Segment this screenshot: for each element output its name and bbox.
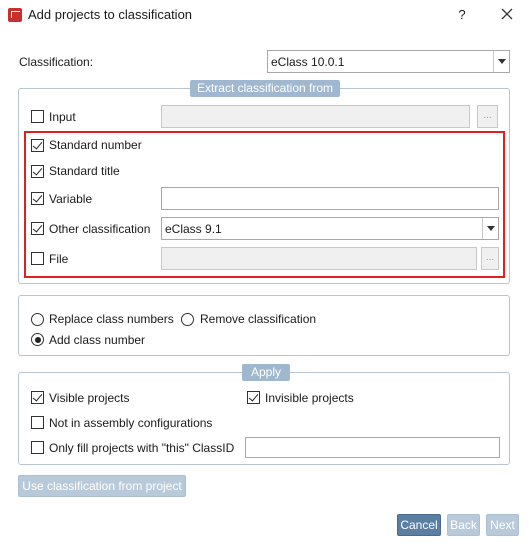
only-fill-label: Only fill projects with "this" ClassID (49, 441, 235, 455)
chevron-down-icon[interactable] (482, 218, 498, 239)
title-bar: Add projects to classification ? (0, 0, 529, 30)
other-classification-label: Other classification (49, 222, 151, 236)
standard-title-label: Standard title (49, 164, 120, 178)
next-button[interactable]: Next (486, 514, 519, 536)
help-button[interactable]: ? (452, 4, 472, 26)
invisible-projects-label: Invisible projects (265, 391, 354, 405)
input-field (161, 105, 470, 128)
not-in-assembly-checkbox[interactable] (31, 416, 44, 429)
input-browse-button: ... (477, 105, 498, 128)
standard-number-label: Standard number (49, 138, 142, 152)
add-class-number-label: Add class number (49, 333, 146, 347)
app-logo-icon (8, 8, 22, 22)
other-classification-value: eClass 9.1 (165, 222, 222, 236)
only-fill-checkbox[interactable] (31, 441, 44, 454)
file-browse-button: ... (481, 247, 499, 270)
standard-title-checkbox[interactable] (31, 165, 44, 178)
cancel-button[interactable]: Cancel (397, 514, 441, 536)
remove-classification-label: Remove classification (200, 312, 317, 326)
variable-label: Variable (49, 192, 93, 206)
classification-value: eClass 10.0.1 (271, 55, 345, 69)
other-classification-select[interactable]: eClass 9.1 (161, 217, 499, 240)
invisible-projects-checkbox[interactable] (247, 391, 260, 404)
classification-select[interactable]: eClass 10.0.1 (267, 50, 510, 73)
other-classification-checkbox[interactable] (31, 222, 44, 235)
remove-classification-radio[interactable] (181, 313, 194, 326)
class-id-field[interactable] (245, 437, 500, 458)
extract-group-title: Extract classification from (190, 80, 340, 97)
visible-projects-label: Visible projects (49, 391, 130, 405)
variable-field[interactable] (161, 187, 499, 210)
standard-number-checkbox[interactable] (31, 139, 44, 152)
replace-class-numbers-label: Replace class numbers (49, 312, 174, 326)
close-icon (501, 8, 513, 20)
replace-class-numbers-radio[interactable] (31, 313, 44, 326)
apply-group-title: Apply (242, 364, 290, 381)
input-label: Input (49, 110, 76, 124)
close-button[interactable] (494, 4, 520, 26)
not-in-assembly-label: Not in assembly configurations (49, 416, 213, 430)
chevron-down-icon[interactable] (493, 51, 509, 72)
input-checkbox[interactable] (31, 110, 44, 123)
use-classification-from-project-button[interactable]: Use classification from project (18, 475, 186, 497)
add-class-number-radio[interactable] (31, 333, 44, 346)
file-label: File (49, 252, 69, 266)
visible-projects-checkbox[interactable] (31, 391, 44, 404)
file-field (161, 247, 477, 270)
file-checkbox[interactable] (31, 252, 44, 265)
window-title: Add projects to classification (28, 7, 193, 22)
back-button[interactable]: Back (447, 514, 480, 536)
variable-checkbox[interactable] (31, 192, 44, 205)
classification-label: Classification: (19, 55, 94, 69)
